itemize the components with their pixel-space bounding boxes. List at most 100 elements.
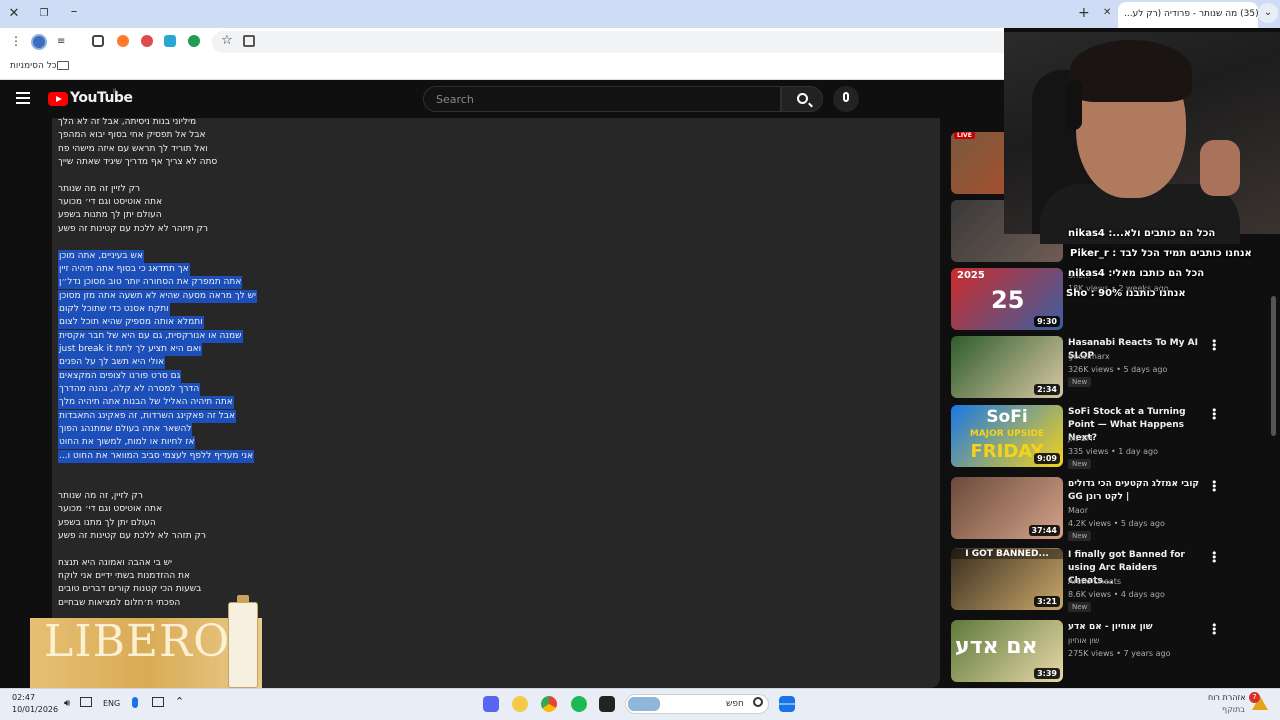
notification-badge: 7 xyxy=(1249,692,1260,703)
video-duration: 37:44 xyxy=(1028,525,1060,536)
extension-green-icon[interactable] xyxy=(188,35,200,47)
network-icon[interactable] xyxy=(80,697,92,707)
taskbar-search-label: חפש xyxy=(726,699,744,709)
address-bar[interactable] xyxy=(212,31,1004,53)
voice-search-button[interactable] xyxy=(833,86,859,112)
lyric-line: אז לחיות או למות, למשוך את החוט xyxy=(58,436,196,450)
video-thumbnail[interactable]: 2025 25 9:30 xyxy=(951,268,1063,330)
lyric-line: סתה לא צריך אף מדריך שיגיד שאתה שייך xyxy=(58,157,218,168)
video-thumbnail[interactable]: SoFi MAJOR UPSIDE FRIDAY 9:09 xyxy=(951,405,1063,467)
tab-title: (35) מה שנותר - פרודיה (רק לע... xyxy=(1124,9,1258,19)
search-icon xyxy=(797,93,808,104)
lyric-line: את ההזדמנות בשתי ידיים אני לוקח xyxy=(58,570,191,581)
microphone-icon xyxy=(843,92,849,102)
thumb-song-text: אם אדע xyxy=(955,634,1038,659)
all-bookmarks-link[interactable]: כל הסימניות xyxy=(10,61,57,71)
discord-icon[interactable] xyxy=(483,696,499,712)
app-yellow-icon[interactable] xyxy=(512,696,528,712)
video-thumbnail[interactable]: 2:34 xyxy=(951,336,1063,398)
lyric-line: אתה תמפרק את הסחורה יותר טוב מסוכן נדל״ן xyxy=(58,276,243,290)
video-duration: 9:30 xyxy=(1034,316,1060,327)
thumb-number: 25 xyxy=(991,286,1025,314)
lyric-line: רק לזיין, זה מה שנותר xyxy=(58,490,143,501)
minimize-icon[interactable]: – xyxy=(64,2,84,22)
close-window-icon[interactable]: ✕ xyxy=(4,4,24,24)
sidebar-scrollbar[interactable] xyxy=(1271,296,1276,436)
video-menu-icon[interactable]: • • • xyxy=(1211,336,1218,355)
tab-active[interactable]: (35) מה שנותר - פרודיה (רק לע... xyxy=(1118,2,1258,28)
video-menu-icon[interactable]: • • • xyxy=(1211,405,1218,424)
lyric-line: רק לזיין זה מה שנותר xyxy=(58,183,141,194)
lyric-line: בשעות הכי קטנות קורים דברים טובים xyxy=(58,584,202,595)
terminal-icon[interactable] xyxy=(599,696,615,712)
chrome-taskbar-icon[interactable] xyxy=(541,696,557,712)
video-meta: 326K views • 5 days ago xyxy=(1068,365,1168,374)
video-meta: 8.6K views • 4 days ago xyxy=(1068,590,1165,599)
lyric-line: הדרך למסרה לא קלה, נהנה מהדרך xyxy=(58,383,201,396)
youtube-logo-text[interactable]: YouTube xyxy=(70,90,133,106)
spotify-icon[interactable] xyxy=(571,696,587,712)
volume-icon[interactable]: 🔊︎ xyxy=(64,698,70,709)
clock-date[interactable]: 10/01/2026 xyxy=(12,705,58,714)
clock-time[interactable]: 02:47 xyxy=(12,693,35,702)
new-badge: New xyxy=(1068,602,1092,612)
search-input[interactable]: Search xyxy=(423,86,781,112)
chat-message: הכל הם כותבים ולא...: nikas4 xyxy=(1068,228,1216,239)
video-meta: 335 views • 1 day ago xyxy=(1068,447,1158,456)
video-channel[interactable]: Arctic Cheats xyxy=(1068,575,1121,588)
lyric-line: ותקח אסנט כדי שתוכל לקום xyxy=(58,302,170,316)
video-menu-icon[interactable]: • • • xyxy=(1211,548,1218,567)
perfume-bottle-image xyxy=(228,595,258,688)
weather-subtitle[interactable]: בתוקף xyxy=(1222,705,1245,714)
video-channel[interactable]: Jxt SM xyxy=(1068,432,1093,445)
video-thumbnail[interactable]: I GOT BANNED... 3:21 xyxy=(951,548,1063,610)
video-thumbnail[interactable]: 37:44 xyxy=(951,477,1063,539)
video-meta: 275K views • 7 years ago xyxy=(1068,649,1171,658)
streamer-hand xyxy=(1200,140,1240,196)
maximize-icon[interactable]: ❐ xyxy=(34,4,54,24)
extensions-icon[interactable] xyxy=(92,35,104,47)
headset xyxy=(1066,80,1082,130)
lyric-line: אתה אוטיסט וגם די׳ מכוער xyxy=(58,504,163,515)
profile-avatar[interactable] xyxy=(31,34,47,50)
video-menu-icon[interactable]: • • • xyxy=(1211,477,1218,496)
streamer-hair xyxy=(1070,40,1192,102)
extension-fox-icon[interactable] xyxy=(117,35,129,47)
chrome-menu-icon[interactable]: ⋮ xyxy=(10,34,22,48)
thumb-sofi-text: SoFi xyxy=(986,407,1028,427)
windows-start-icon[interactable] xyxy=(779,696,795,712)
extension-blue-icon[interactable] xyxy=(164,35,176,47)
extension-red-icon[interactable] xyxy=(141,35,153,47)
bookmarks-bar xyxy=(0,56,1004,80)
video-title[interactable]: שון אוחיון - אם אדע xyxy=(1068,621,1204,634)
hamburger-menu-icon[interactable] xyxy=(16,92,30,104)
video-duration: 9:09 xyxy=(1034,453,1060,464)
tab-close-icon[interactable]: ✕ xyxy=(1103,7,1114,18)
video-channel[interactable]: guccimarx xyxy=(1068,350,1110,363)
lyric-line: גם סרט פורנו לצופים המקצאים xyxy=(58,369,182,383)
tray-expand-icon[interactable]: ⌃ xyxy=(175,695,184,708)
video-menu-icon[interactable]: • • • xyxy=(1211,620,1218,639)
tab-search-icon[interactable]: ⌄ xyxy=(1258,3,1278,23)
search-button[interactable] xyxy=(781,86,823,112)
language-indicator[interactable]: ENG xyxy=(103,699,120,708)
mic-tray-icon[interactable] xyxy=(132,697,138,708)
video-channel[interactable]: שון אוחיון xyxy=(1068,634,1099,647)
video-title[interactable]: קובי אמזלג הקטעים הכי גדולים | לקט רונן … xyxy=(1068,478,1204,504)
media-controls-icon[interactable]: ≡ xyxy=(57,36,65,47)
lyric-line: אני מעדיף ללפף לעצמי סביב המוואר את החוט… xyxy=(58,449,255,463)
bookmark-star-icon[interactable]: ☆ xyxy=(221,33,233,48)
chat-message: הכל הם כותבו מאלי: nikas4 xyxy=(1068,268,1205,279)
new-badge: New xyxy=(1068,531,1092,541)
no-wifi-icon[interactable] xyxy=(152,697,164,707)
youtube-logo-icon[interactable] xyxy=(48,92,68,106)
lyric-line: שמנה או אנורקסית, גם עם היא של חבר אקסית xyxy=(58,329,243,343)
install-app-icon[interactable] xyxy=(243,35,255,47)
video-channel[interactable]: Maor xyxy=(1068,504,1088,517)
lyric-line: יש לך מראה מסעה שהיא לא תשעה אתה מזן מסו… xyxy=(58,289,257,303)
video-thumbnail[interactable]: אם אדע 3:39 xyxy=(951,620,1063,682)
lyric-line: מיליוני בנות ניסיתה, אבל זה לא הלך xyxy=(58,117,197,127)
weather-title[interactable]: אזהרת רוח xyxy=(1208,693,1246,702)
lyric-line: אתה אוטיסט וגם די׳ מכוער xyxy=(58,197,163,208)
new-tab-icon[interactable]: + xyxy=(1078,5,1090,21)
